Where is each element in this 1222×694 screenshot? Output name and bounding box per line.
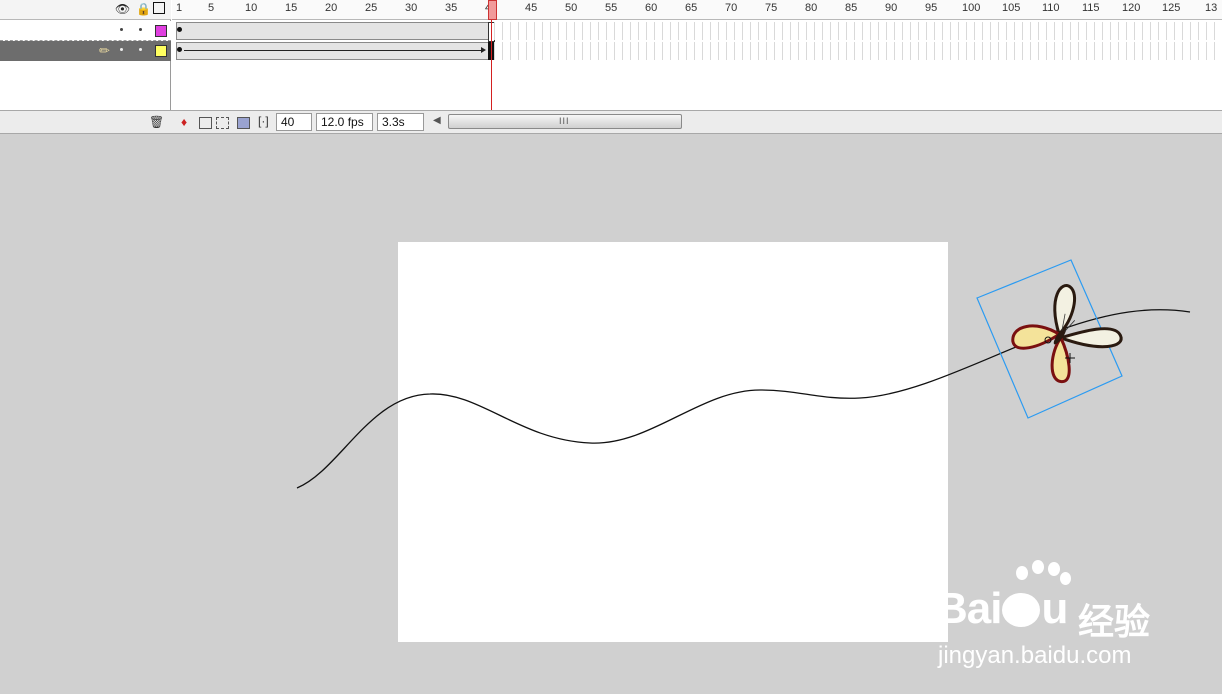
paw-logo-icon — [1016, 566, 1028, 580]
paw-toe — [1048, 562, 1060, 576]
watermark-brand: Bai u — [936, 584, 1068, 633]
watermark-cn-text: 经验 — [1078, 601, 1151, 642]
baidu-jingyan-watermark: Bai u 经验 jingyan.baidu.com — [936, 560, 1196, 680]
paw-toe — [1032, 560, 1044, 574]
butterfly-symbol[interactable] — [1001, 273, 1128, 394]
watermark-url: jingyan.baidu.com — [938, 642, 1132, 669]
